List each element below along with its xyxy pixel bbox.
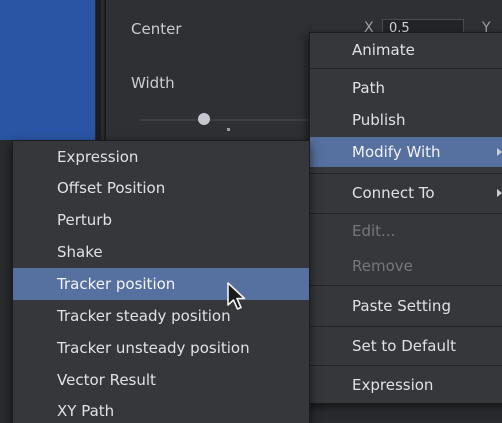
submenu-item-perturb[interactable]: Perturb xyxy=(13,204,309,236)
menu-item-connect-to[interactable]: Connect To xyxy=(310,178,502,208)
modify-with-submenu: Expression Offset Position Perturb Shake… xyxy=(12,140,310,423)
menu-item-label: Connect To xyxy=(352,184,435,202)
menu-item-label: Paste Setting xyxy=(352,297,451,315)
submenu-item-offset-position[interactable]: Offset Position xyxy=(13,172,309,204)
menu-item-set-to-default[interactable]: Set to Default xyxy=(310,331,502,361)
submenu-item-label: Tracker unsteady position xyxy=(57,339,250,357)
menu-item-label: Edit... xyxy=(352,222,396,240)
arrow-cursor-icon xyxy=(227,282,246,310)
width-label: Width xyxy=(131,74,175,92)
submenu-item-label: Perturb xyxy=(57,211,112,229)
width-slider-track[interactable] xyxy=(140,119,310,121)
menu-item-publish[interactable]: Publish xyxy=(310,105,502,135)
width-slider-handle[interactable] xyxy=(198,113,210,125)
menu-item-paste-setting[interactable]: Paste Setting xyxy=(310,291,502,321)
menu-item-label: Path xyxy=(352,79,385,97)
submenu-item-label: Offset Position xyxy=(57,179,166,197)
submenu-item-tracker-unsteady-position[interactable]: Tracker unsteady position xyxy=(13,332,309,364)
submenu-item-shake[interactable]: Shake xyxy=(13,236,309,268)
submenu-item-label: Shake xyxy=(57,243,103,261)
menu-separator xyxy=(310,285,502,286)
viewer-panel[interactable] xyxy=(0,0,95,140)
menu-item-label: Publish xyxy=(352,111,406,129)
menu-item-expression[interactable]: Expression xyxy=(310,370,502,400)
menu-item-label: Remove xyxy=(352,257,413,275)
menu-separator xyxy=(310,173,502,174)
chevron-right-icon xyxy=(497,148,502,156)
menu-separator xyxy=(310,68,502,69)
submenu-item-label: XY Path xyxy=(57,402,115,420)
submenu-item-vector-result[interactable]: Vector Result xyxy=(13,364,309,396)
submenu-item-label: Tracker steady position xyxy=(57,307,231,325)
menu-separator xyxy=(310,365,502,366)
submenu-item-xy-path[interactable]: XY Path xyxy=(13,395,309,423)
menu-separator xyxy=(310,213,502,214)
context-menu: Animate Path Publish Modify With Connect… xyxy=(309,32,502,404)
submenu-item-tracker-position[interactable]: Tracker position xyxy=(13,268,309,300)
submenu-item-tracker-steady-position[interactable]: Tracker steady position xyxy=(13,300,309,332)
menu-item-edit[interactable]: Edit... xyxy=(310,216,502,246)
submenu-item-label: Expression xyxy=(57,148,139,166)
submenu-item-label: Vector Result xyxy=(57,371,156,389)
menu-item-path[interactable]: Path xyxy=(310,73,502,103)
menu-item-label: Expression xyxy=(352,376,434,394)
menu-item-remove[interactable]: Remove xyxy=(310,251,502,281)
app-window: Center Width X 0.5 Y Animate Path Publis… xyxy=(0,0,502,423)
menu-item-label: Animate xyxy=(352,41,415,59)
chevron-right-icon xyxy=(497,189,502,197)
submenu-item-label: Tracker position xyxy=(57,275,176,293)
menu-item-label: Set to Default xyxy=(352,337,457,355)
width-slider-default-tick xyxy=(227,128,230,131)
submenu-item-expression[interactable]: Expression xyxy=(13,141,309,173)
menu-separator xyxy=(310,326,502,327)
menu-item-label: Modify With xyxy=(352,143,441,161)
panel-divider[interactable] xyxy=(96,0,101,140)
menu-item-modify-with[interactable]: Modify With xyxy=(310,137,502,167)
menu-item-animate[interactable]: Animate xyxy=(310,35,502,65)
center-label: Center xyxy=(131,20,182,38)
